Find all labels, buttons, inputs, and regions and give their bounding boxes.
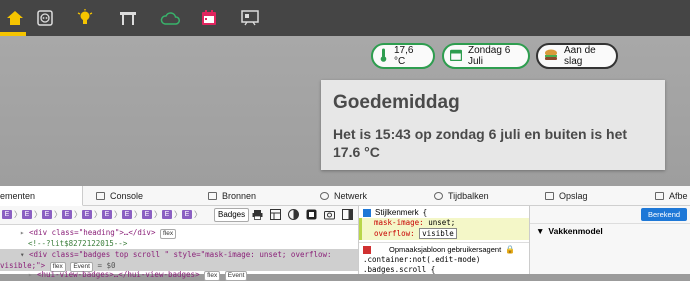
box-model-section[interactable]: ▼ Vakkenmodel bbox=[536, 226, 603, 236]
tab-sources[interactable]: Bronnen bbox=[208, 186, 256, 205]
camera-icon[interactable] bbox=[324, 209, 335, 220]
lock-icon: 🔒 bbox=[505, 245, 516, 254]
style-attribute-icon bbox=[363, 208, 371, 217]
breadcrumb-element[interactable]: E bbox=[122, 210, 132, 219]
breadcrumb-element[interactable]: E bbox=[22, 210, 32, 219]
breadcrumb: E 〉 E 〉 E 〉 E 〉 E 〉 E 〉 E 〉 E 〉 E 〉 E 〉 … bbox=[0, 206, 358, 225]
grid-icon[interactable] bbox=[270, 209, 281, 220]
style-declarations[interactable]: mask-image: unset; overflow: visible bbox=[359, 218, 529, 240]
breadcrumb-element[interactable]: E bbox=[182, 210, 192, 219]
dom-comment[interactable]: <!--?lit$8272122015--> bbox=[0, 238, 358, 249]
console-icon bbox=[96, 191, 105, 200]
date-value: Zondag 6 Juli bbox=[468, 45, 511, 67]
date-badge[interactable]: Zondag 6 Juli bbox=[442, 43, 530, 69]
breadcrumb-element[interactable]: E bbox=[102, 210, 112, 219]
power-socket-icon[interactable] bbox=[30, 0, 60, 36]
dom-node[interactable]: ▸ <div class="heading">…</div> flex bbox=[0, 227, 358, 239]
storage-icon bbox=[545, 191, 554, 200]
calendar-icon[interactable] bbox=[194, 0, 224, 36]
home-icon[interactable] bbox=[0, 0, 30, 36]
lightbulb-icon[interactable] bbox=[70, 0, 100, 36]
devtools-tab-bar: ementen Console Bronnen Netwerk Tijdbalk… bbox=[0, 186, 690, 206]
file-icon bbox=[208, 191, 217, 200]
food-icon bbox=[544, 48, 558, 65]
breadcrumb-element[interactable]: E bbox=[62, 210, 72, 219]
breadcrumb-element[interactable]: E bbox=[2, 210, 12, 219]
styles-header: Stijlkenmerk bbox=[375, 208, 419, 217]
styles-pane: Stijlkenmerk { mask-image: unset; overfl… bbox=[358, 206, 529, 274]
calendar-icon bbox=[449, 49, 463, 64]
presentation-icon[interactable] bbox=[235, 0, 265, 36]
chevron-down-icon: ▼ bbox=[536, 226, 545, 236]
dom-node[interactable]: ▸ <hui-view-badges>…</hui-view-badges> f… bbox=[0, 271, 358, 281]
greeting-title: Goedemiddag bbox=[333, 92, 460, 113]
breadcrumb-element[interactable]: E bbox=[82, 210, 92, 219]
tab-elements[interactable]: ementen bbox=[0, 186, 83, 206]
temperature-value: 17,6 °C bbox=[394, 45, 414, 67]
devtools-panel: ementen Console Bronnen Netwerk Tijdbalk… bbox=[0, 186, 690, 281]
tab-storage[interactable]: Opslag bbox=[545, 186, 588, 205]
computed-button[interactable]: Berekend bbox=[641, 208, 687, 221]
clock-icon bbox=[434, 191, 443, 200]
image-icon bbox=[655, 191, 664, 200]
tab-console[interactable]: Console bbox=[96, 186, 143, 205]
action-badge[interactable]: Aan de slag bbox=[536, 43, 618, 69]
breadcrumb-element[interactable]: E bbox=[42, 210, 52, 219]
dom-node-selected[interactable]: ▾ <div class="badges top scroll " style=… bbox=[0, 249, 358, 272]
breadcrumb-element[interactable]: E bbox=[142, 210, 152, 219]
tab-timelines[interactable]: Tijdbalken bbox=[434, 186, 489, 205]
stylesheet-icon bbox=[363, 245, 371, 254]
greeting-card: Goedemiddag Het is 15:43 op zondag 6 jul… bbox=[321, 80, 665, 170]
cloud-icon[interactable] bbox=[155, 0, 185, 36]
sidebar-toggle-icon[interactable] bbox=[342, 209, 353, 220]
network-icon bbox=[320, 191, 329, 200]
css-selector: .container:not(.edit-mode) bbox=[363, 255, 481, 264]
layers-icon[interactable] bbox=[306, 209, 317, 220]
breadcrumb-element[interactable]: E bbox=[162, 210, 172, 219]
editing-value-field[interactable]: visible bbox=[419, 228, 457, 239]
print-icon[interactable] bbox=[252, 209, 263, 220]
contrast-icon[interactable] bbox=[288, 209, 299, 220]
action-label: Aan de slag bbox=[564, 45, 596, 67]
dom-tree: ▸ <div class="heading">…</div> flex <!--… bbox=[0, 225, 358, 281]
tab-network[interactable]: Netwerk bbox=[320, 186, 367, 205]
top-navigation-bar bbox=[0, 0, 690, 36]
table-icon[interactable] bbox=[113, 0, 143, 36]
temperature-badge[interactable]: 17,6 °C bbox=[371, 43, 435, 69]
computed-pane: Berekend ▼ Vakkenmodel bbox=[529, 206, 690, 274]
user-agent-stylesheet-label: Opmaaksjabloon gebruikersagent bbox=[389, 245, 502, 254]
thermometer-icon bbox=[379, 48, 388, 65]
breadcrumb-current-badges[interactable]: Badges bbox=[214, 208, 250, 222]
css-selector: .badges.scroll { bbox=[363, 265, 436, 274]
tab-graphics[interactable]: Afbe bbox=[655, 186, 688, 205]
greeting-text: Het is 15:43 op zondag 6 juli en buiten … bbox=[333, 126, 628, 160]
